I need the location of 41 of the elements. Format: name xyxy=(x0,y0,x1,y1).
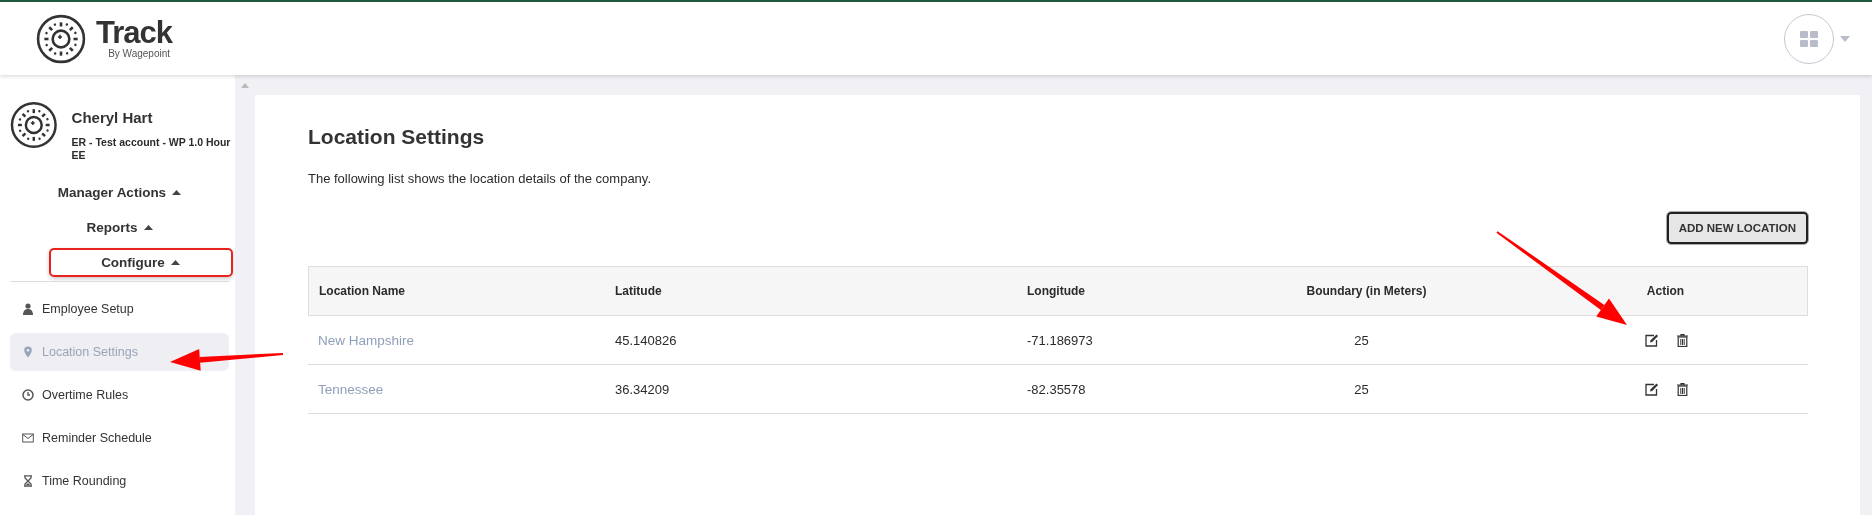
table-cell: 45.140826 xyxy=(615,332,677,348)
menu-group-toggle[interactable]: Configure xyxy=(48,248,233,277)
clock-icon xyxy=(22,389,34,401)
table-cell: 25 xyxy=(1354,381,1369,397)
sidebar-item[interactable]: Overtime Rules xyxy=(10,376,229,414)
edit-icon[interactable] xyxy=(1644,382,1659,396)
column-header: Location Name xyxy=(308,266,605,316)
account-name: ER - Test account - WP 1.0 Hour xyxy=(71,136,229,149)
table-cell: 36.34209 xyxy=(615,381,670,397)
menu-group-toggle[interactable]: Reports xyxy=(76,213,163,242)
caret-up-icon xyxy=(172,190,182,195)
brand-tagline: By Wagepoint xyxy=(108,48,170,59)
menu-group-toggle[interactable]: Manager Actions xyxy=(47,178,192,207)
sidebar-item[interactable]: Time Rounding xyxy=(10,462,229,500)
person-icon xyxy=(22,303,34,315)
sun-logo-icon xyxy=(36,13,86,64)
column-header: Latitude xyxy=(605,266,1017,316)
edit-icon[interactable] xyxy=(1644,333,1659,347)
sidebar-item[interactable]: Employee Setup xyxy=(10,290,229,328)
map-pin-icon xyxy=(22,346,34,358)
page-title: Location Settings xyxy=(308,125,486,149)
page-description: The following list shows the location details of the company. xyxy=(308,171,652,186)
column-header: Longitude xyxy=(1017,266,1199,316)
brand-name: Track xyxy=(96,18,172,48)
grid-icon xyxy=(1800,30,1818,47)
column-header: Boundary (in Meters) xyxy=(1199,266,1524,316)
table-cell: -82.35578 xyxy=(1027,381,1086,397)
hourglass-icon xyxy=(22,475,34,487)
table-cell: 25 xyxy=(1354,332,1369,348)
column-header: Action xyxy=(1524,266,1808,316)
table-cell: -71.186973 xyxy=(1027,332,1093,348)
add-location-button[interactable]: ADD NEW LOCATION xyxy=(1666,212,1808,244)
caret-up-icon xyxy=(143,225,153,230)
user-name: Cheryl Hart xyxy=(71,109,154,126)
envelope-icon xyxy=(22,432,34,444)
avatar-sun-icon xyxy=(10,101,58,149)
sidebar-item[interactable]: Reminder Schedule xyxy=(10,419,229,457)
caret-up-icon xyxy=(170,260,180,265)
user-role: EE xyxy=(71,149,87,162)
trash-icon[interactable] xyxy=(1676,333,1688,347)
trash-icon[interactable] xyxy=(1676,382,1688,396)
